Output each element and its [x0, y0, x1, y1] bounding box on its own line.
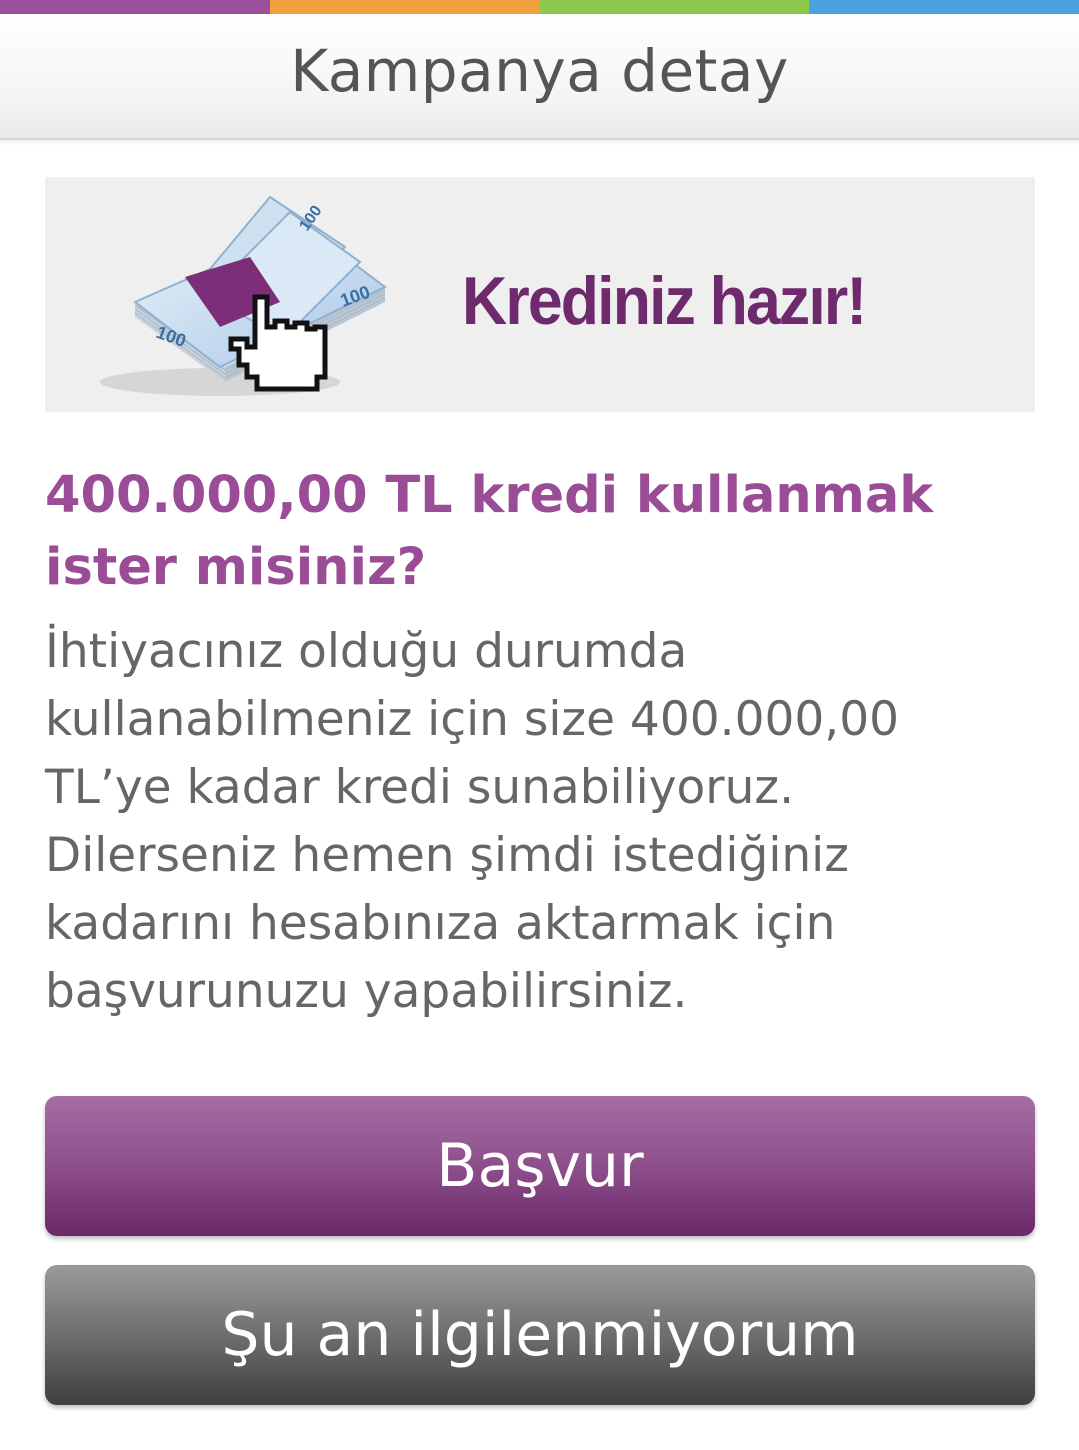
not-interested-button[interactable]: Şu an ilgilenmiyorum	[45, 1265, 1035, 1405]
campaign-banner: 100 100 100 Krediniz hazır!	[45, 177, 1035, 412]
color-strip-orange	[269, 0, 540, 14]
offer-description: İhtiyacınız olduğu durumda kullanabilmen…	[45, 624, 900, 1019]
color-strip-purple	[0, 0, 270, 14]
color-strip-green	[539, 0, 810, 14]
apply-button-label: Başvur	[436, 1131, 644, 1201]
page-title: Kampanya detay	[290, 37, 789, 105]
page-header: Kampanya detay	[0, 14, 1079, 140]
color-strip-blue	[809, 0, 1079, 14]
banner-headline: Krediniz hazır!	[462, 263, 867, 339]
not-interested-button-label: Şu an ilgilenmiyorum	[221, 1300, 859, 1370]
apply-button[interactable]: Başvur	[45, 1096, 1035, 1236]
offer-headline: 400.000,00 TL kredi kullanmak ister misi…	[45, 466, 934, 597]
brand-color-strip	[0, 0, 1079, 14]
